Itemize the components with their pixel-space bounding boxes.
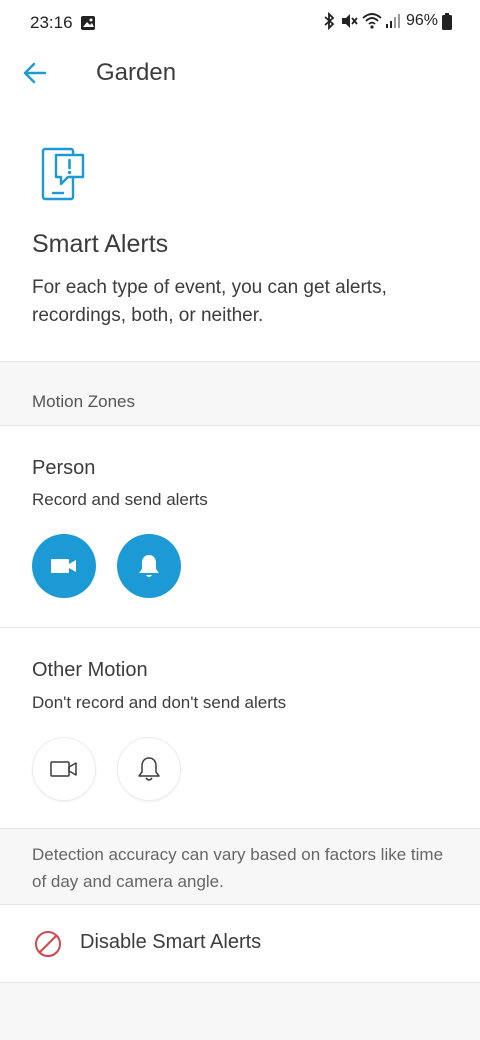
event-title-person: Person: [32, 457, 96, 479]
status-time: 23:16: [30, 13, 73, 32]
battery-percent: 96%: [405, 12, 438, 29]
info-block: Detection accuracy can vary based on fac…: [0, 829, 480, 904]
video-camera-icon: [51, 559, 76, 573]
section-title: Smart Alerts: [32, 230, 169, 258]
status-bar: 23:16 96%: [0, 0, 480, 46]
gallery-icon: [81, 16, 95, 30]
prohibited-icon: [35, 931, 61, 957]
event-title-other-motion: Other Motion: [32, 659, 148, 681]
video-camera-icon: [50, 761, 77, 777]
person-record-toggle[interactable]: [32, 534, 96, 598]
app-bar: Garden: [0, 46, 480, 102]
divider: [0, 425, 480, 426]
disable-smart-alerts-label: Disable Smart Alerts: [80, 931, 262, 953]
event-status-person: Record and send alerts: [32, 490, 208, 509]
arrow-left-icon: [23, 62, 47, 84]
divider: [0, 627, 480, 628]
signal-icon: [385, 14, 400, 28]
motion-zones-label: Motion Zones: [32, 392, 135, 411]
page-title: Garden: [96, 59, 177, 86]
bluetooth-icon: [324, 12, 335, 30]
section-description: For each type of event, you can get aler…: [32, 277, 387, 326]
other-motion-record-toggle[interactable]: [32, 737, 96, 801]
status-icons: 96%: [322, 12, 452, 30]
bell-icon: [138, 757, 160, 781]
motion-zones-header: Motion Zones: [0, 362, 480, 425]
wifi-icon: [362, 13, 382, 29]
mute-icon: [341, 14, 358, 28]
alert-device-icon: [41, 147, 85, 201]
back-button[interactable]: [20, 58, 50, 88]
bottom-area: [0, 983, 480, 1040]
event-status-other-motion: Don't record and don't send alerts: [32, 693, 287, 712]
disable-smart-alerts-button[interactable]: Disable Smart Alerts: [0, 905, 480, 982]
battery-icon: [442, 12, 452, 30]
info-text: Detection accuracy can vary based on fac…: [32, 845, 444, 891]
person-alert-toggle[interactable]: [117, 534, 181, 598]
bell-icon: [139, 555, 159, 577]
other-motion-alert-toggle[interactable]: [117, 737, 181, 801]
